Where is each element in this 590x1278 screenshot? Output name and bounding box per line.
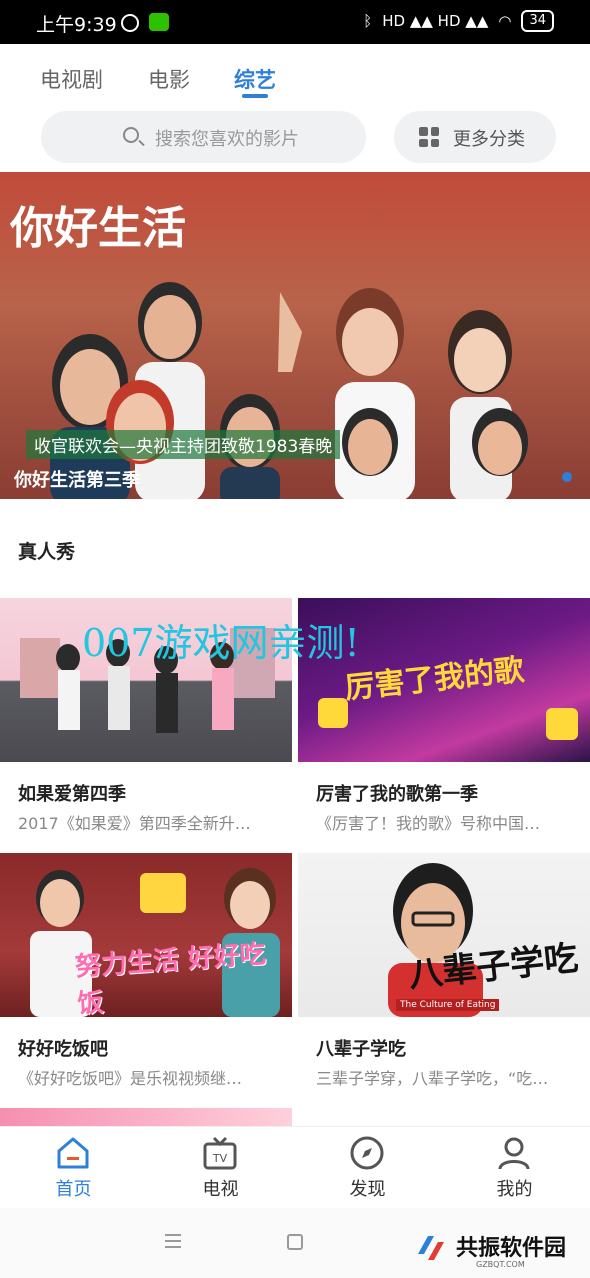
signal-indicator: HD ▲▲ HD ▲▲ [382, 12, 489, 30]
bluetooth-icon: ᛒ [363, 12, 373, 30]
nav-tv-label: 电视 [202, 1179, 239, 1200]
menu-icon[interactable] [165, 1234, 181, 1248]
user-icon [498, 1137, 530, 1170]
section-title: 真人秀 [18, 541, 76, 563]
home-square-icon[interactable] [287, 1234, 303, 1250]
tab-tv-series[interactable]: 电视剧 [40, 64, 103, 94]
tv-icon: TV [203, 1136, 237, 1170]
video-thumbnail-partial[interactable] [0, 1108, 292, 1128]
video-title: 如果爱第四季 [18, 784, 126, 805]
nav-discover[interactable]: 发现 [294, 1127, 441, 1209]
brand-logo-icon [418, 1236, 444, 1260]
emoji-face-icon [318, 698, 348, 728]
nav-home[interactable]: 首页 [0, 1127, 147, 1209]
more-categories-button[interactable]: 更多分类 [394, 111, 556, 163]
watermark-text: 007游戏网亲测! [82, 621, 360, 665]
brand-url: GZBQT.COM [476, 1260, 525, 1269]
banner-photo [50, 282, 528, 499]
video-description: 《厉害了！我的歌》号称中国… [316, 814, 541, 833]
video-card[interactable]: 八辈子学吃 The Culture of Eating 八辈子学吃 三辈子学穿，… [298, 853, 590, 1088]
alarm-icon [121, 14, 139, 32]
emoji-face-icon [546, 708, 578, 740]
thumbnail-show-logo: 厉害了我的歌 [343, 652, 526, 707]
active-tab-indicator [242, 94, 268, 98]
video-thumbnail: 努力生活 好好吃饭 [0, 853, 292, 1017]
nav-mine-label: 我的 [496, 1179, 533, 1200]
banner-caption: 你好生活第三季 [14, 470, 140, 491]
video-title: 八辈子学吃 [316, 1039, 406, 1060]
more-categories-label: 更多分类 [453, 129, 525, 150]
banner-subtitle: 收官联欢会—央视主持团致敬1983春晚 [26, 430, 341, 459]
video-description: 《好好吃饭吧》是乐视视频继… [18, 1069, 243, 1088]
nav-tv[interactable]: TV 电视 [147, 1127, 294, 1209]
thumbnail-english-tag: The Culture of Eating [396, 999, 500, 1011]
tab-movies[interactable]: 电影 [148, 64, 190, 94]
banner-subtitle-line1: 收官联欢会—央视主持团致敬1983春晚 [34, 437, 333, 457]
tv-icon-text: TV [212, 1152, 228, 1165]
brand-name: 共振软件园 [456, 1236, 567, 1261]
tab-variety[interactable]: 综艺 [234, 64, 276, 94]
carousel-indicator[interactable] [562, 472, 572, 482]
thumbnail-slogan: 努力生活 好好吃饭 [74, 939, 267, 1017]
system-navigation-bar: 共振软件园 GZBQT.COM [0, 1208, 590, 1278]
nav-mine[interactable]: 我的 [441, 1127, 588, 1209]
video-card[interactable]: 努力生活 好好吃饭 好好吃饭吧 《好好吃饭吧》是乐视视频继… [0, 853, 292, 1088]
video-description: 三辈子学穿，八辈子学吃，“吃… [316, 1069, 549, 1088]
bottom-navigation: 首页 TV 电视 发现 我的 [0, 1126, 590, 1209]
video-thumbnail: 八辈子学吃 The Culture of Eating [298, 853, 590, 1017]
system-indicators: ᛒ HD ▲▲ HD ▲▲ ◠ 34 [363, 10, 554, 32]
nav-discover-label: 发现 [349, 1179, 386, 1200]
battery-icon: 34 [521, 10, 554, 32]
nav-home-label: 首页 [55, 1179, 92, 1200]
wechat-icon [149, 13, 169, 31]
search-icon [123, 127, 139, 143]
search-input[interactable]: 搜索您喜欢的影片 [41, 111, 366, 163]
home-icon [57, 1137, 89, 1169]
banner-calligraphy-title: 你好生活 [10, 203, 186, 254]
wifi-icon: ◠ [498, 12, 512, 30]
status-bar: 上午9:39 ᛒ HD ▲▲ HD ▲▲ ◠ 34 [0, 0, 590, 44]
hero-banner[interactable]: 你好生活 收官联欢会—央视主持团致敬1983春晚 你好生活第三季 [0, 172, 590, 499]
video-description: 2017《如果爱》第四季全新升… [18, 814, 251, 833]
grid-icon [419, 127, 439, 147]
category-tabs: 电视剧 电影 综艺 [0, 44, 590, 106]
compass-icon [350, 1136, 384, 1170]
video-title: 厉害了我的歌第一季 [316, 784, 478, 805]
status-time: 上午9:39 [36, 14, 117, 36]
search-placeholder: 搜索您喜欢的影片 [155, 129, 299, 150]
video-title: 好好吃饭吧 [18, 1039, 108, 1060]
